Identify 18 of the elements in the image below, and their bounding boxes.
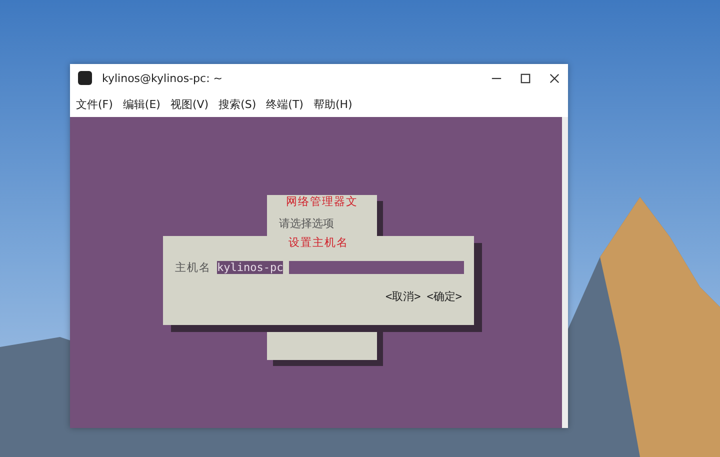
prompt-text: 请选择选项 — [279, 217, 335, 230]
menu-item[interactable]: 编辑(E) — [122, 97, 160, 112]
menu-item[interactable]: 视图(V) — [170, 97, 209, 112]
dialog-title: 设置主机名 — [288, 236, 350, 250]
terminal-icon — [78, 71, 92, 85]
scrollbar[interactable] — [562, 117, 568, 428]
window-title: kylinos@kylinos-pc: ~ — [102, 72, 222, 84]
hostname-field[interactable]: kylinos-pc — [217, 261, 464, 274]
menu-item[interactable]: 终端(T) — [266, 97, 304, 112]
field-label: 主机名 — [175, 260, 211, 275]
menu-item[interactable]: 搜索(S) — [218, 97, 256, 112]
dialog-button[interactable]: <确定> — [426, 289, 462, 304]
maximize-icon[interactable] — [520, 72, 531, 84]
menu-item[interactable]: 帮助(H) — [313, 97, 352, 112]
dialog-title: 网络管理器文 — [285, 195, 359, 209]
dialog-button[interactable]: <取消> — [386, 289, 421, 304]
menu-item[interactable]: 文件(F) — [76, 97, 113, 112]
close-icon[interactable] — [549, 72, 560, 84]
